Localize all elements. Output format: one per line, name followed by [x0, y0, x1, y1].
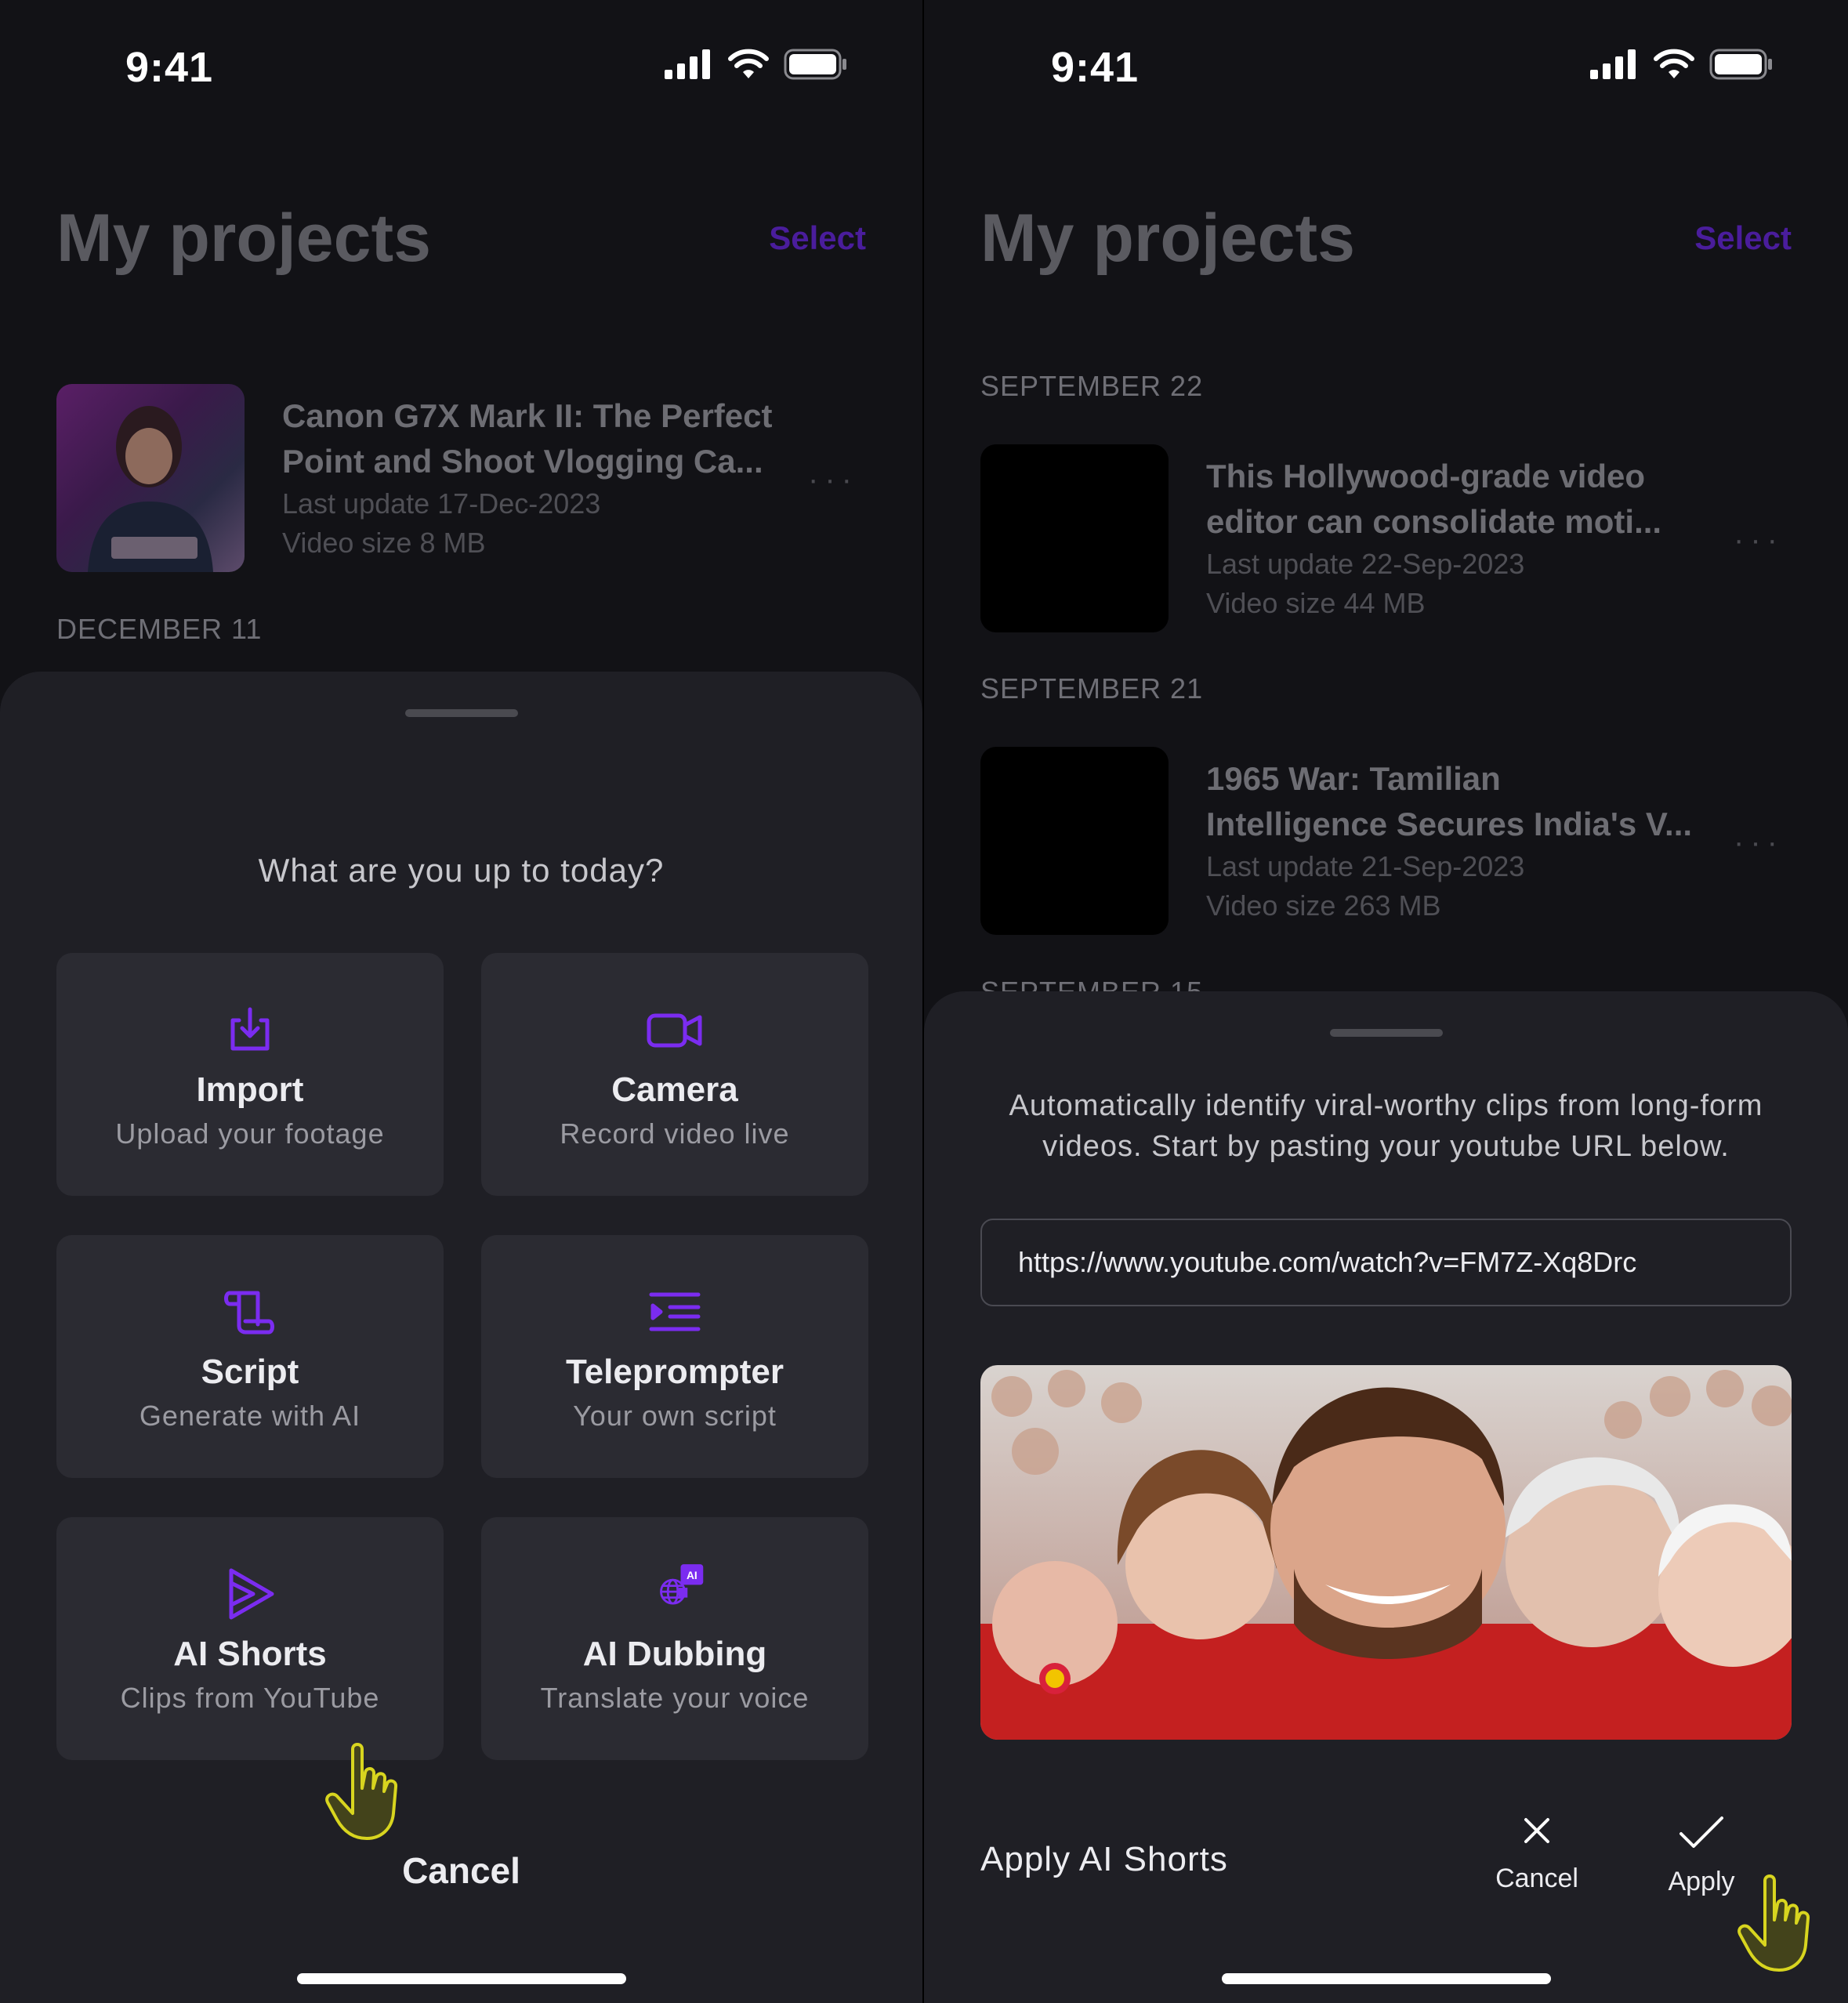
- more-options-icon[interactable]: ···: [1734, 825, 1784, 860]
- section-label: SEPTEMBER 22: [980, 370, 1204, 402]
- description-line1: Automatically identify viral-worthy clip…: [1009, 1089, 1763, 1122]
- script-subtitle: Generate with AI: [139, 1400, 361, 1432]
- project-thumbnail: [56, 384, 245, 572]
- ai-shorts-subtitle: Clips from YouTube: [120, 1682, 380, 1714]
- status-bar: 9:41: [0, 0, 922, 133]
- project-info: This Hollywood-grade video editor can co…: [1206, 454, 1729, 623]
- sheet-grabber[interactable]: [404, 709, 518, 717]
- checkmark-icon: [1680, 1816, 1723, 1848]
- cellular-signal-icon: [1590, 49, 1636, 79]
- battery-icon: [1709, 49, 1772, 80]
- ai-shorts-icon: [219, 1563, 281, 1625]
- status-time: 9:41: [125, 44, 214, 91]
- battery-icon: [784, 49, 846, 80]
- camera-title: Camera: [611, 1070, 738, 1109]
- import-icon: [219, 998, 281, 1061]
- cancel-button[interactable]: Cancel: [0, 1849, 922, 1892]
- project-video-size: Video size 263 MB: [1206, 889, 1441, 922]
- person-thumbnail-image: [88, 406, 213, 572]
- section-label: DECEMBER 11: [56, 613, 263, 645]
- home-indicator: [296, 1973, 626, 1984]
- project-last-update: Last update 17-Dec-2023: [282, 487, 601, 520]
- project-video-size: Video size 44 MB: [1206, 587, 1426, 619]
- teleprompter-subtitle: Your own script: [573, 1400, 777, 1432]
- ai-dubbing-subtitle: Translate your voice: [540, 1682, 810, 1714]
- script-title: Script: [201, 1353, 299, 1391]
- sheet-heading: What are you up to today?: [258, 852, 665, 889]
- status-bar: 9:41: [924, 0, 1848, 133]
- hand-pointer-icon: [1737, 1874, 1810, 1972]
- script-option-card[interactable]: Script Generate with AI: [56, 1235, 444, 1478]
- ai-shorts-title: AI Shorts: [173, 1635, 327, 1673]
- ai-shorts-option-card[interactable]: AI Shorts Clips from YouTube: [56, 1517, 444, 1760]
- cancel-label: Cancel: [1495, 1864, 1578, 1893]
- project-title-line2: Point and Shoot Vlogging Ca...: [282, 443, 763, 480]
- more-options-icon[interactable]: ···: [808, 462, 858, 498]
- video-thumbnail-image: [980, 1365, 1792, 1740]
- close-icon: [1524, 1818, 1549, 1843]
- select-button[interactable]: Select: [1694, 219, 1792, 257]
- cancel-button[interactable]: Cancel: [1478, 1815, 1596, 1894]
- ai-dubbing-icon: AI: [643, 1563, 706, 1625]
- right-screen: 9:41 My projects Select SEPTEMBER 22 Thi…: [924, 0, 1848, 2003]
- project-info: Canon G7X Mark II: The Perfect Point and…: [282, 393, 803, 563]
- project-title-line2: Intelligence Secures India's V...: [1206, 806, 1693, 842]
- camera-icon: [643, 998, 706, 1061]
- ai-dubbing-option-card[interactable]: AI AI Dubbing Translate your voice: [481, 1517, 868, 1760]
- action-sheet: What are you up to today? Import Upload …: [0, 672, 922, 2003]
- project-title-line2: editor can consolidate moti...: [1206, 503, 1662, 540]
- section-label: SEPTEMBER 21: [980, 672, 1204, 704]
- project-info: 1965 War: Tamilian Intelligence Secures …: [1206, 756, 1729, 925]
- apply-ai-shorts-title: Apply AI Shorts: [980, 1840, 1228, 1878]
- cellular-signal-icon: [665, 49, 710, 79]
- youtube-url-input[interactable]: https://www.youtube.com/watch?v=FM7Z-Xq8…: [980, 1219, 1792, 1306]
- left-screen: 9:41 My projects Select Canon G7X Mark I…: [0, 0, 924, 2003]
- ai-dubbing-title: AI Dubbing: [582, 1635, 767, 1673]
- teleprompter-icon: [643, 1280, 706, 1343]
- ai-badge: AI: [687, 1570, 698, 1581]
- project-thumbnail: [980, 747, 1169, 935]
- project-last-update: Last update 21-Sep-2023: [1206, 850, 1525, 882]
- project-title-line1: 1965 War: Tamilian: [1206, 760, 1501, 797]
- project-item[interactable]: Canon G7X Mark II: The Perfect Point and…: [56, 384, 866, 572]
- ai-shorts-sheet: Automatically identify viral-worthy clip…: [924, 991, 1848, 2003]
- project-title-line1: Canon G7X Mark II: The Perfect: [282, 397, 773, 434]
- import-subtitle: Upload your footage: [115, 1117, 385, 1150]
- more-options-icon[interactable]: ···: [1734, 523, 1784, 558]
- camera-option-card[interactable]: Camera Record video live: [481, 953, 868, 1196]
- status-time: 9:41: [1051, 44, 1140, 91]
- project-video-size: Video size 8 MB: [282, 527, 486, 559]
- sheet-grabber[interactable]: [1329, 1029, 1443, 1037]
- select-button[interactable]: Select: [769, 219, 866, 257]
- description-line2: videos. Start by pasting your youtube UR…: [1042, 1130, 1730, 1163]
- home-indicator: [1221, 1973, 1551, 1984]
- teleprompter-title: Teleprompter: [566, 1353, 784, 1391]
- ai-shorts-description: Automatically identify viral-worthy clip…: [987, 1085, 1785, 1167]
- hand-pointer-icon: [325, 1743, 398, 1840]
- wifi-icon: [728, 49, 769, 78]
- script-icon: [219, 1280, 281, 1343]
- status-icons: [1590, 49, 1774, 80]
- page-title: My projects: [56, 201, 431, 276]
- import-title: Import: [196, 1070, 304, 1109]
- page-title: My projects: [980, 201, 1355, 276]
- project-item[interactable]: This Hollywood-grade video editor can co…: [980, 444, 1792, 632]
- project-last-update: Last update 22-Sep-2023: [1206, 548, 1525, 580]
- camera-subtitle: Record video live: [560, 1117, 790, 1150]
- status-icons: [665, 49, 848, 80]
- project-thumbnail: [980, 444, 1169, 632]
- project-item[interactable]: 1965 War: Tamilian Intelligence Secures …: [980, 747, 1792, 935]
- project-title-line1: This Hollywood-grade video: [1206, 458, 1646, 494]
- wifi-icon: [1654, 49, 1694, 78]
- video-thumbnail-preview: [980, 1365, 1792, 1740]
- bottom-action-bar: Apply AI Shorts Cancel Apply: [980, 1799, 1792, 1917]
- import-option-card[interactable]: Import Upload your footage: [56, 953, 444, 1196]
- teleprompter-option-card[interactable]: Teleprompter Your own script: [481, 1235, 868, 1478]
